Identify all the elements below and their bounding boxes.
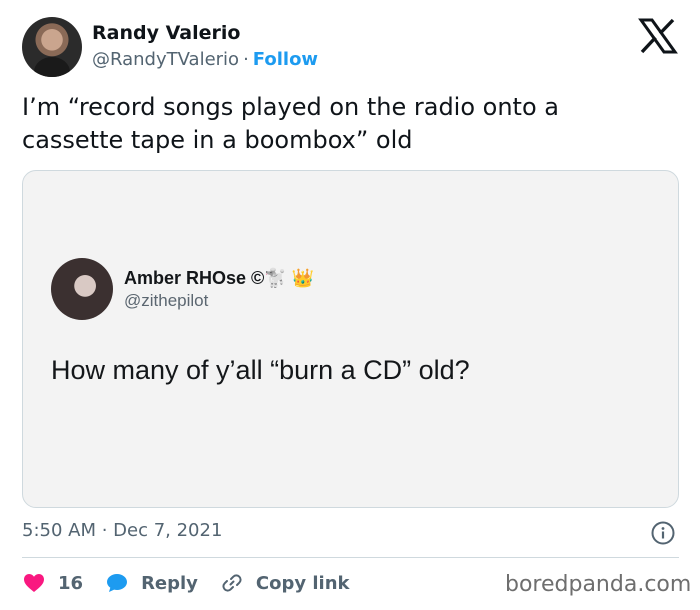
like-count: 16 [58, 572, 84, 594]
tweet-card: Randy Valerio @RandyTValerio · Follow I’m … [0, 0, 700, 610]
copy-link-button[interactable]: Copy link [220, 571, 350, 595]
tweet-timestamp[interactable]: 5:50 AM · Dec 7, 2021 [22, 520, 222, 541]
heart-icon [24, 574, 44, 592]
embedded-image[interactable]: Amber RHOse ©🐩 👑 @zithepilot How many of… [22, 170, 679, 508]
divider [22, 557, 679, 558]
tweet-text: I’m “record songs played on the radio on… [22, 93, 559, 154]
author-name[interactable]: Randy Valerio [92, 22, 240, 44]
author-handle[interactable]: @RandyTValerio [92, 49, 239, 70]
author-handle-row: @RandyTValerio · Follow [92, 49, 318, 70]
watermark: boredpanda.com [505, 572, 692, 597]
embedded-text: How many of y’all “burn a CD” old? [51, 355, 470, 385]
reply-label: Reply [141, 572, 198, 594]
info-icon[interactable] [651, 521, 675, 545]
author-avatar[interactable] [22, 17, 82, 77]
x-logo-icon[interactable] [638, 18, 678, 54]
separator-dot: · [243, 49, 249, 70]
like-button[interactable]: 16 [22, 571, 83, 595]
embedded-avatar [51, 258, 113, 320]
action-bar: 16 Reply Copy link [22, 567, 372, 599]
embedded-handle: @zithepilot [124, 291, 209, 310]
follow-button[interactable]: Follow [253, 49, 318, 70]
copy-link-label: Copy link [255, 572, 350, 594]
embedded-name: Amber RHOse ©🐩 👑 [124, 268, 315, 288]
reply-bubble-icon [107, 574, 128, 592]
link-icon [222, 574, 242, 592]
reply-button[interactable]: Reply [105, 571, 198, 595]
